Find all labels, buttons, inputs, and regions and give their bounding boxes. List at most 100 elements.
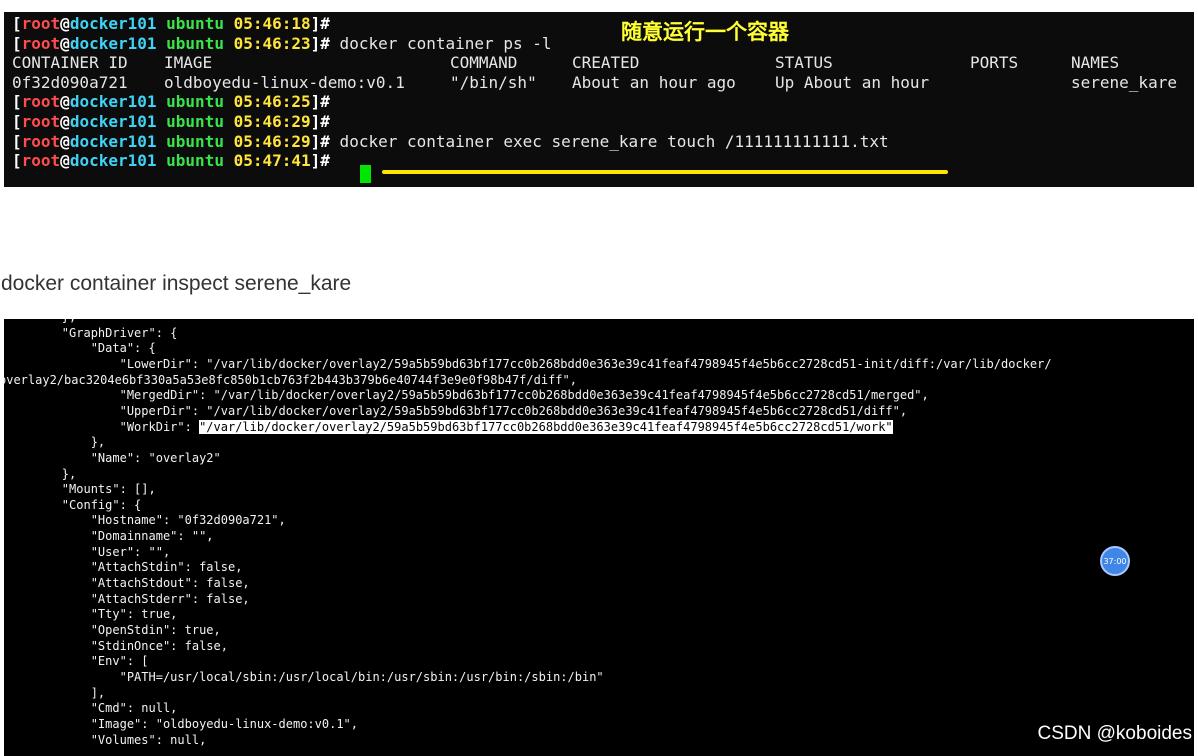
prompt-at: @ bbox=[60, 92, 70, 112]
prompt-host: docker101 bbox=[69, 33, 157, 53]
terminal-prompt-line: [root@docker101 ubuntu 05:46:29]# bbox=[12, 112, 330, 132]
prompt-at: @ bbox=[60, 33, 70, 53]
prompt-bracket: [ bbox=[12, 92, 22, 112]
inspect-output-line: overlay2/bac3204e6bf330a5a53e8fc850b1cb7… bbox=[4, 372, 577, 387]
inspect-output-line: "Image": "oldboyedu-linux-demo:v0.1", bbox=[4, 716, 359, 731]
terminal-prompt-line: [root@docker101 ubuntu 05:46:23]# docker… bbox=[12, 34, 551, 54]
inspect-output-line: "Data": { bbox=[4, 341, 156, 356]
prompt-host: docker101 bbox=[69, 131, 157, 151]
inspect-output-line: "LowerDir": "/var/lib/docker/overlay2/59… bbox=[4, 356, 1052, 371]
inspect-caption: docker container inspect serene_kare bbox=[1, 272, 352, 295]
prompt-user: root bbox=[21, 33, 61, 53]
prompt-host: docker101 bbox=[69, 92, 157, 112]
prompt-bracket: [ bbox=[12, 112, 22, 131]
inspect-output-line: "MergedDir": "/var/lib/docker/overlay2/5… bbox=[4, 388, 929, 403]
terminal-window-ps[interactable]: 随意运行一个容器 [root@docker101 ubuntu 05:46:18… bbox=[4, 12, 1194, 187]
ps-row-cell: serene_kare bbox=[1071, 72, 1177, 92]
inspect-output-line: "StdinOnce": false, bbox=[4, 638, 228, 653]
annotation-label: 随意运行一个容器 bbox=[621, 20, 789, 44]
inspect-output-line: }, bbox=[4, 435, 106, 450]
inspect-output-line: "PATH=/usr/local/sbin:/usr/local/bin:/us… bbox=[4, 669, 604, 684]
prompt-at: @ bbox=[60, 151, 70, 171]
ps-row-cell: Up About an hour bbox=[775, 72, 930, 92]
inspect-output-line: "Config": { bbox=[4, 497, 142, 512]
terminal-cursor bbox=[360, 165, 371, 183]
ps-row-cell: oldboyedu-linux-demo:v0.1 bbox=[164, 72, 405, 92]
prompt-user: root bbox=[21, 14, 61, 33]
prompt-dir: ubuntu bbox=[166, 33, 224, 53]
ps-header-cell: CONTAINER ID bbox=[12, 53, 128, 73]
inspect-output-line: "Tty": true, bbox=[4, 607, 178, 622]
inspect-output-line: "AttachStdin": false, bbox=[4, 560, 243, 575]
ps-header-cell: IMAGE bbox=[164, 53, 213, 73]
prompt-hash: ]# bbox=[310, 131, 330, 151]
command-text bbox=[330, 151, 340, 170]
prompt-time: 05:46:25 bbox=[233, 92, 311, 112]
prompt-time: 05:46:18 bbox=[233, 14, 311, 33]
prompt-host: docker101 bbox=[69, 151, 157, 171]
prompt-dir: ubuntu bbox=[166, 92, 224, 112]
prompt-bracket: [ bbox=[12, 14, 22, 33]
command-text: docker container ps -l bbox=[329, 33, 552, 53]
inspect-output-line: "AttachStderr": false, bbox=[4, 591, 250, 606]
prompt-dir: ubuntu bbox=[166, 131, 224, 151]
inspect-output-line: "Hostname": "0f32d090a721", bbox=[4, 513, 286, 528]
workdir-key: "WorkDir": bbox=[4, 419, 200, 434]
prompt-host: docker101 bbox=[69, 14, 157, 33]
prompt-hash: ]# bbox=[310, 33, 330, 53]
inspect-output-line: "AttachStdout": false, bbox=[4, 576, 250, 591]
ps-row-cell: About an hour ago bbox=[572, 72, 736, 92]
timer-badge-icon[interactable]: 37:00 bbox=[1100, 546, 1130, 576]
inspect-output-line: "WorkDir": "/var/lib/docker/overlay2/59a… bbox=[4, 419, 893, 436]
ps-row-cell: "/bin/sh" bbox=[450, 72, 537, 92]
terminal-prompt-line: [root@docker101 ubuntu 05:46:29]# docker… bbox=[12, 132, 889, 152]
ps-header-cell: STATUS bbox=[775, 53, 833, 73]
prompt-time: 05:47:41 bbox=[233, 151, 311, 171]
inspect-output-line: "Domainname": "", bbox=[4, 529, 214, 544]
inspect-output-line: "Env": [ bbox=[4, 654, 149, 669]
prompt-bracket: [ bbox=[12, 131, 22, 151]
prompt-hash: ]# bbox=[310, 151, 330, 171]
workdir-selected-value[interactable]: "/var/lib/docker/overlay2/59a5b59bd63bf1… bbox=[199, 419, 893, 434]
prompt-user: root bbox=[21, 112, 61, 131]
inspect-output-line: "OpenStdin": true, bbox=[4, 623, 221, 637]
command-text: docker container exec serene_kare touch … bbox=[329, 131, 889, 151]
terminal-prompt-line: [root@docker101 ubuntu 05:46:18]# bbox=[12, 14, 330, 34]
inspect-output-line: "GraphDriver": { bbox=[4, 325, 178, 340]
terminal-prompt-line: [root@docker101 ubuntu 05:46:25]# bbox=[12, 92, 330, 112]
prompt-time: 05:46:23 bbox=[233, 33, 311, 53]
inspect-output-line: "Name": "overlay2" bbox=[4, 450, 221, 465]
prompt-hash: ]# bbox=[310, 14, 330, 33]
prompt-user: root bbox=[21, 151, 61, 171]
watermark: CSDN @koboides bbox=[1037, 723, 1192, 744]
prompt-hash: ]# bbox=[310, 92, 330, 112]
prompt-dir: ubuntu bbox=[166, 14, 224, 33]
inspect-output-line: "UpperDir": "/var/lib/docker/overlay2/59… bbox=[4, 403, 908, 418]
inspect-output-line: "Cmd": null, bbox=[4, 701, 178, 716]
ps-row-cell: 0f32d090a721 bbox=[12, 72, 128, 92]
prompt-hash: ]# bbox=[310, 112, 330, 131]
prompt-at: @ bbox=[60, 14, 70, 33]
prompt-host: docker101 bbox=[69, 112, 157, 131]
prompt-user: root bbox=[21, 92, 61, 112]
prompt-at: @ bbox=[60, 131, 70, 151]
prompt-dir: ubuntu bbox=[166, 112, 224, 131]
inspect-output-line: }, bbox=[4, 466, 77, 481]
highlight-underline bbox=[382, 170, 948, 174]
inspect-output-line: "Mounts": [], bbox=[4, 482, 156, 497]
inspect-output-line: "Volumes": null, bbox=[4, 732, 207, 747]
terminal-prompt-line: [root@docker101 ubuntu 05:47:41]# bbox=[12, 151, 340, 171]
terminal-window-inspect[interactable]: }, "GraphDriver": { "Data": { "LowerDir"… bbox=[4, 319, 1194, 756]
prompt-dir: ubuntu bbox=[166, 151, 224, 171]
ps-header-cell: CREATED bbox=[572, 53, 640, 73]
ps-header-cell: NAMES bbox=[1071, 53, 1120, 73]
prompt-user: root bbox=[21, 131, 61, 151]
prompt-time: 05:46:29 bbox=[233, 112, 311, 131]
ps-header-cell: PORTS bbox=[970, 53, 1019, 73]
prompt-bracket: [ bbox=[12, 33, 22, 53]
prompt-at: @ bbox=[60, 112, 70, 131]
inspect-output-line: ], bbox=[4, 685, 106, 700]
ps-header-cell: COMMAND bbox=[450, 53, 518, 73]
prompt-bracket: [ bbox=[12, 151, 22, 171]
inspect-output-line: "User": "", bbox=[4, 544, 171, 559]
